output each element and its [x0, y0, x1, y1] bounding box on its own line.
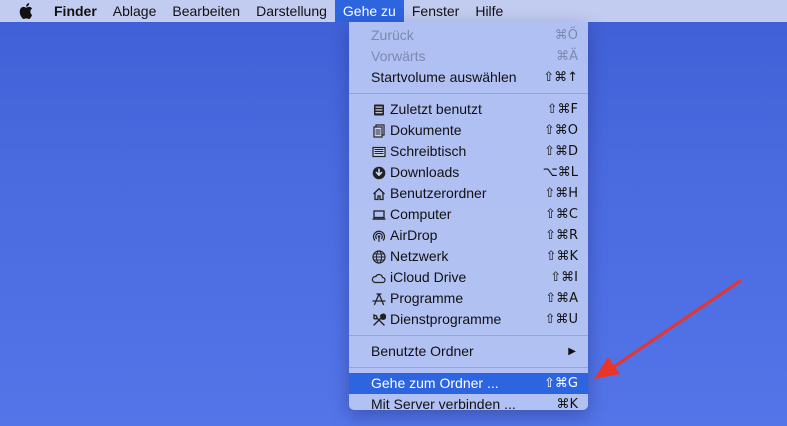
menu-item-label: Programme [390, 290, 464, 306]
menu-item-gehe-zum-ordner[interactable]: Gehe zum Ordner ... ⇧⌘G [349, 373, 588, 394]
menu-item-shortcut: ⇧⌘U [544, 312, 578, 327]
menu-separator [349, 367, 588, 368]
menu-item-zurueck[interactable]: Zurück ⌘Ö [349, 25, 588, 46]
menu-item-programme[interactable]: Programme ⇧⌘A [349, 288, 588, 309]
recents-icon [371, 102, 386, 117]
menu-item-netzwerk[interactable]: Netzwerk ⇧⌘K [349, 246, 588, 267]
menu-item-label: iCloud Drive [390, 269, 467, 285]
menu-item-label: Netzwerk [390, 248, 449, 264]
menu-item-zuletzt-benutzt[interactable]: Zuletzt benutzt ⇧⌘F [349, 99, 588, 120]
menu-item-shortcut: ⇧⌘C [545, 207, 578, 222]
desktop-icon [371, 144, 386, 159]
network-icon [371, 249, 386, 264]
menu-item-label: Vorwärts [371, 48, 426, 64]
menu-fenster[interactable]: Fenster [404, 0, 467, 22]
menu-item-label: Computer [390, 206, 452, 222]
menu-gehe-zu[interactable]: Gehe zu [334, 0, 404, 22]
menu-item-dienstprogramme[interactable]: Dienstprogramme ⇧⌘U [349, 309, 588, 330]
menu-item-shortcut: ⇧⌘A [545, 291, 578, 306]
documents-icon [371, 123, 386, 138]
menu-item-benutzte-ordner[interactable]: Benutzte Ordner ▶ [349, 341, 588, 362]
menu-item-shortcut: ⌘K [556, 397, 578, 412]
menu-item-label: AirDrop [390, 227, 438, 243]
menu-item-shortcut: ⇧⌘H [544, 186, 578, 201]
menu-bar: Finder Ablage Bearbeiten Darstellung Geh… [0, 0, 787, 22]
menu-item-label: Schreibtisch [390, 143, 467, 159]
menu-separator [349, 335, 588, 336]
menu-finder[interactable]: Finder [46, 0, 105, 22]
menu-item-shortcut: ⇧⌘↑ [543, 70, 578, 85]
menu-item-benutzerordner[interactable]: Benutzerordner ⇧⌘H [349, 183, 588, 204]
menu-hilfe[interactable]: Hilfe [467, 0, 511, 22]
menu-item-startvolume[interactable]: Startvolume auswählen ⇧⌘↑ [349, 67, 588, 88]
menu-item-computer[interactable]: Computer ⇧⌘C [349, 204, 588, 225]
menu-item-icloud-drive[interactable]: iCloud Drive ⇧⌘I [349, 267, 588, 288]
menu-item-shortcut: ⇧⌘O [543, 123, 578, 138]
menu-item-shortcut: ⇧⌘F [546, 102, 578, 117]
utilities-icon [371, 312, 386, 327]
menu-item-label: Mit Server verbinden ... [371, 396, 516, 412]
home-icon [371, 186, 386, 201]
menu-item-shortcut: ⇧⌘R [545, 228, 578, 243]
menu-item-label: Benutzerordner [390, 185, 487, 201]
menu-item-label: Dienstprogramme [390, 311, 502, 327]
menu-item-label: Zuletzt benutzt [390, 101, 482, 117]
menu-item-label: Gehe zum Ordner ... [371, 375, 499, 391]
menu-item-label: Benutzte Ordner [371, 343, 474, 359]
airdrop-icon [371, 228, 386, 243]
menu-item-label: Zurück [371, 27, 414, 43]
menu-item-shortcut: ⇧⌘G [544, 376, 578, 391]
menu-item-mit-server-verbinden[interactable]: Mit Server verbinden ... ⌘K [349, 394, 588, 415]
menu-item-label: Downloads [390, 164, 460, 180]
icloud-icon [371, 270, 386, 285]
menu-item-dokumente[interactable]: Dokumente ⇧⌘O [349, 120, 588, 141]
menu-item-shortcut: ⇧⌘I [550, 270, 578, 285]
menu-item-label: Startvolume auswählen [371, 69, 517, 85]
menu-item-shortcut: ⇧⌘K [545, 249, 578, 264]
menu-item-shortcut: ⌘Ö [554, 28, 578, 43]
menu-item-schreibtisch[interactable]: Schreibtisch ⇧⌘D [349, 141, 588, 162]
submenu-arrow-icon: ▶ [568, 346, 576, 357]
menu-item-label: Dokumente [390, 122, 462, 138]
menu-item-shortcut: ⇧⌘D [544, 144, 578, 159]
gehe-zu-dropdown: Zurück ⌘Ö Vorwärts ⌘Ä Startvolume auswäh… [349, 22, 588, 412]
menu-bearbeiten[interactable]: Bearbeiten [164, 0, 248, 22]
menu-item-vorwaerts[interactable]: Vorwärts ⌘Ä [349, 46, 588, 67]
menu-separator [349, 93, 588, 94]
menu-item-airdrop[interactable]: AirDrop ⇧⌘R [349, 225, 588, 246]
menu-item-shortcut: ⌥⌘L [542, 165, 578, 180]
menu-item-downloads[interactable]: Downloads ⌥⌘L [349, 162, 588, 183]
menu-ablage[interactable]: Ablage [105, 0, 165, 22]
downloads-icon [371, 165, 386, 180]
computer-icon [371, 207, 386, 222]
menu-darstellung[interactable]: Darstellung [248, 0, 335, 22]
menu-item-shortcut: ⌘Ä [556, 49, 578, 64]
apple-logo-icon[interactable] [18, 0, 34, 22]
applications-icon [371, 291, 386, 306]
annotation-arrow-icon [594, 279, 742, 379]
